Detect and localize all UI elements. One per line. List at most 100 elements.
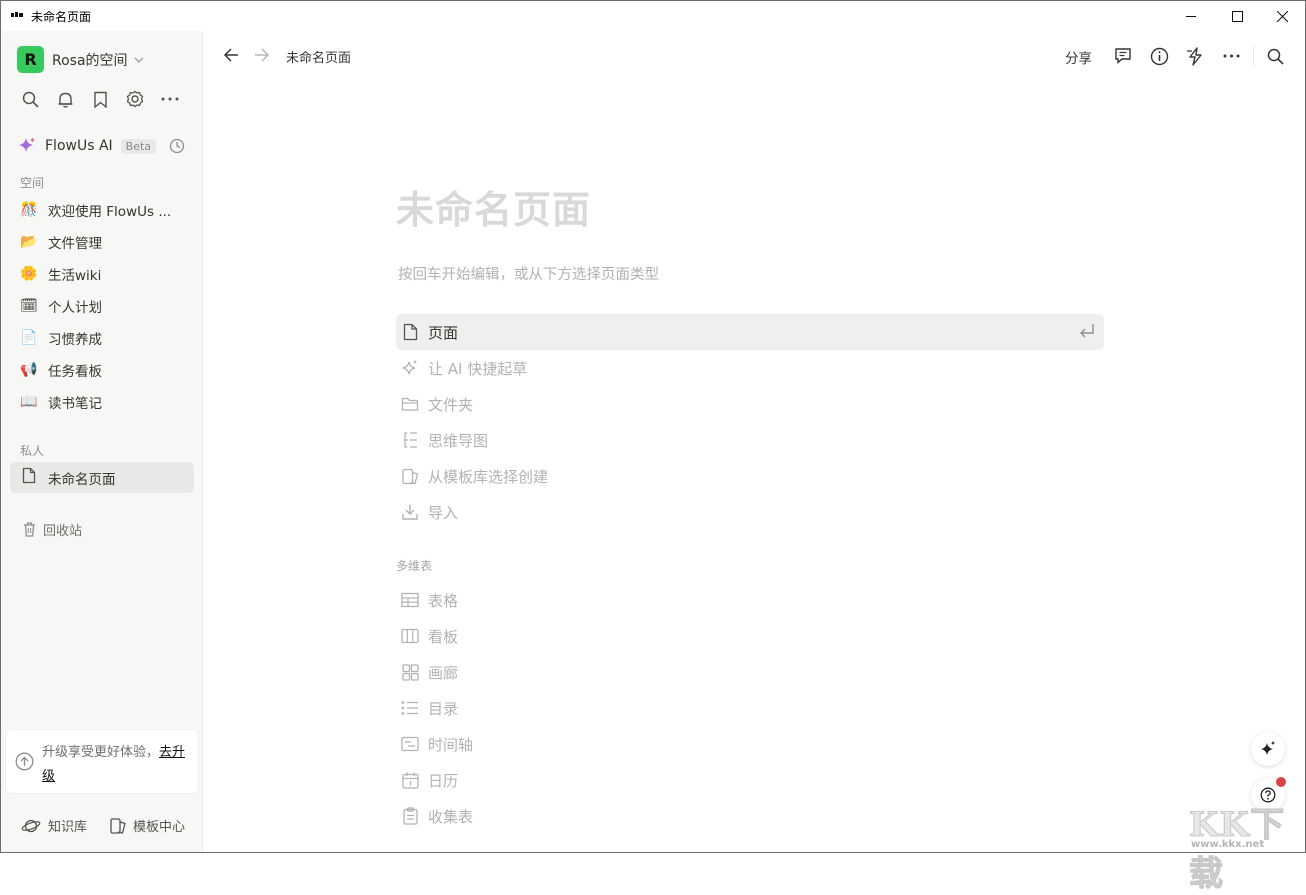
sidebar-toolbar [21, 90, 179, 108]
sidebar-item-welcome[interactable]: 🎊 欢迎使用 FlowUs ... [10, 194, 194, 225]
sidebar-item-tasks[interactable]: 📢 任务看板 [10, 354, 194, 385]
page-title[interactable]: 未命名页面 [396, 179, 591, 234]
comment-icon[interactable] [1113, 46, 1133, 66]
trash-label: 回收站 [43, 524, 83, 539]
maximize-button[interactable] [1214, 1, 1260, 31]
flash-icon[interactable] [1185, 46, 1205, 66]
gear-icon[interactable] [126, 90, 144, 108]
option-label: 时间轴 [428, 735, 474, 754]
option-gallery[interactable]: 画廊 [396, 654, 1104, 690]
private-section-label: 私人 [20, 444, 45, 458]
table-icon [401, 591, 419, 609]
table-group-label: 多维表 [396, 559, 433, 573]
option-label: 收集表 [428, 807, 474, 826]
option-from-template[interactable]: 从模板库选择创建 [396, 458, 1104, 494]
option-label: 思维导图 [428, 431, 489, 450]
toolbar-divider [1253, 46, 1254, 66]
sidebar: R Rosa的空间 FlowUs AI Beta 空间 🎊 欢迎使用 FlowUs… [1, 31, 203, 852]
trash-icon [24, 522, 35, 537]
sidebar-item-habits[interactable]: 📄 习惯养成 [10, 322, 194, 353]
close-button[interactable] [1259, 1, 1305, 31]
template-icon [110, 817, 126, 834]
option-mindmap[interactable]: 思维导图 [396, 422, 1104, 458]
folder-icon: 📂 [20, 233, 38, 250]
option-import[interactable]: 导入 [396, 494, 1104, 530]
title-bar: 未命名页面 [1, 1, 1305, 31]
upgrade-message: 升级享受更好体验， [42, 745, 160, 760]
info-icon[interactable] [1149, 46, 1169, 66]
option-table[interactable]: 表格 [396, 582, 1104, 618]
sidebar-item-label: 欢迎使用 FlowUs ... [48, 203, 172, 220]
notification-dot [1276, 777, 1286, 787]
board-icon [401, 627, 419, 645]
book-icon: 📖 [20, 393, 38, 410]
app-window: 未命名页面 R Rosa的空间 FlowUs AI Beta 空间 🎊 欢迎使用… [0, 0, 1306, 895]
upgrade-card: 升级享受更好体验，去升级 [6, 730, 198, 793]
sidebar-item-reading[interactable]: 📖 读书笔记 [10, 386, 194, 417]
ai-label: FlowUs AI [45, 138, 113, 154]
sidebar-item-untitled[interactable]: 未命名页面 [10, 462, 194, 493]
sparkle-icon [19, 137, 35, 152]
option-calendar[interactable]: 日历 [396, 762, 1104, 798]
trash-item[interactable]: 回收站 [23, 520, 82, 539]
form-icon [401, 807, 419, 825]
sidebar-item-label: 习惯养成 [48, 331, 102, 348]
flower-icon: 🌼 [20, 265, 38, 282]
option-folder[interactable]: 文件夹 [396, 386, 1104, 422]
minimize-icon [1186, 16, 1196, 17]
planet-icon [21, 819, 41, 832]
calendar-icon [401, 771, 419, 789]
option-label: 导入 [428, 503, 459, 522]
enter-key-icon [1080, 324, 1094, 338]
ai-assistant-button[interactable] [1251, 732, 1285, 766]
sidebar-item-files[interactable]: 📂 文件管理 [10, 226, 194, 257]
import-icon [401, 503, 419, 521]
knowledge-base-link[interactable]: 知识库 [21, 816, 87, 835]
calendar-icon: 🗓 [20, 297, 38, 314]
bell-icon[interactable] [56, 90, 74, 108]
space-section-label: 空间 [20, 176, 45, 190]
list-icon [401, 699, 419, 717]
option-board[interactable]: 看板 [396, 618, 1104, 654]
flowus-ai-item[interactable]: FlowUs AI Beta [17, 135, 189, 157]
confetti-icon: 🎊 [20, 201, 38, 218]
option-label: 表格 [428, 591, 459, 610]
option-label: 日历 [428, 771, 459, 790]
search-icon[interactable] [21, 90, 39, 108]
sidebar-footer: 知识库 模板中心 [21, 816, 185, 835]
page-icon [19, 467, 39, 488]
template-center-link[interactable]: 模板中心 [110, 816, 185, 835]
watermark-url: www.kkx.net [1191, 839, 1265, 850]
page-topbar: 未命名页面 分享 [203, 31, 1305, 81]
back-arrow-icon[interactable] [223, 47, 239, 63]
bookmark-icon[interactable] [91, 90, 109, 108]
minimize-button[interactable] [1168, 1, 1214, 31]
sidebar-item-plan[interactable]: 🗓 个人计划 [10, 290, 194, 321]
search-icon[interactable] [1265, 46, 1285, 66]
history-icon[interactable] [169, 138, 185, 154]
upgrade-text: 升级享受更好体验，去升级 [42, 741, 192, 789]
sidebar-item-label: 未命名页面 [48, 471, 116, 488]
sidebar-item-wiki[interactable]: 🌼 生活wiki [10, 258, 194, 289]
page-icon: 📄 [20, 329, 38, 346]
option-timeline[interactable]: 时间轴 [396, 726, 1104, 762]
option-form[interactable]: 收集表 [396, 798, 1104, 834]
workspace-name: Rosa的空间 [52, 52, 128, 69]
breadcrumb[interactable]: 未命名页面 [286, 47, 351, 66]
more-icon[interactable] [161, 90, 179, 108]
option-list[interactable]: 目录 [396, 690, 1104, 726]
forward-arrow-icon[interactable] [254, 47, 270, 63]
option-label: 从模板库选择创建 [428, 467, 549, 486]
gallery-icon [401, 663, 419, 681]
folder-icon [401, 395, 419, 413]
more-icon[interactable] [1221, 46, 1241, 66]
workspace-switcher[interactable]: R Rosa的空间 [17, 46, 144, 73]
option-page[interactable]: 页面 [396, 314, 1104, 350]
beta-badge: Beta [120, 138, 157, 154]
share-button[interactable]: 分享 [1065, 47, 1092, 67]
knowledge-base-label: 知识库 [48, 820, 88, 835]
option-ai-draft[interactable]: 让 AI 快捷起草 [396, 350, 1104, 386]
app-logo-icon [11, 12, 23, 17]
sidebar-item-label: 读书笔记 [48, 395, 102, 412]
workspace-avatar: R [17, 46, 44, 73]
